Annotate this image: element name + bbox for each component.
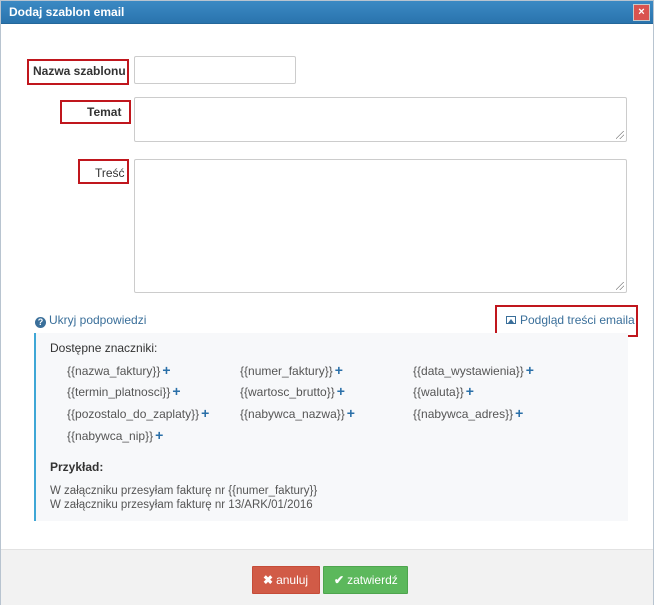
dialog-titlebar[interactable]: Dodaj szablon email × <box>1 1 653 24</box>
close-icon: ✖ <box>263 573 274 587</box>
plus-icon: + <box>525 362 534 378</box>
tag-insert[interactable]: {{nazwa_faktury}} + <box>67 362 171 378</box>
plus-icon: + <box>172 383 181 399</box>
plus-icon: + <box>334 362 343 378</box>
tag-insert[interactable]: {{nabywca_adres}} + <box>413 405 523 421</box>
example-line: W załączniku przesyłam fakturę nr 13/ARK… <box>50 499 313 511</box>
template-name-input[interactable] <box>134 56 296 84</box>
check-icon: ✔ <box>334 573 345 587</box>
email-preview-link[interactable]: Podgląd treści emaila <box>506 313 635 327</box>
dialog-footer: ✖ anuluj ✔ zatwierdź <box>1 549 653 605</box>
cancel-button[interactable]: ✖ anuluj <box>252 566 320 594</box>
tag-insert[interactable]: {{waluta}} + <box>413 383 474 399</box>
preview-label: Podgląd treści emaila <box>520 313 635 327</box>
email-template-dialog: Dodaj szablon email × Nazwa szablonu Tem… <box>0 0 654 605</box>
plus-icon: + <box>155 427 164 443</box>
tag-insert[interactable]: {{termin_platnosci}} + <box>67 383 181 399</box>
name-label: Nazwa szablonu <box>33 64 126 78</box>
available-tags-heading: Dostępne znaczniki: <box>50 341 158 355</box>
dialog-title: Dodaj szablon email <box>9 5 125 19</box>
close-icon: × <box>638 6 645 18</box>
hide-hints-label: Ukryj podpowiedzi <box>49 313 147 327</box>
resize-grip-icon[interactable] <box>616 282 624 290</box>
plus-icon: + <box>346 405 355 421</box>
body-textarea[interactable] <box>134 159 627 293</box>
confirm-button[interactable]: ✔ zatwierdź <box>323 566 408 594</box>
cancel-label: anuluj <box>276 573 309 587</box>
plus-icon: + <box>465 383 474 399</box>
tag-insert[interactable]: {{pozostalo_do_zaplaty}} + <box>67 405 209 421</box>
hide-hints-link[interactable]: ? Ukryj podpowiedzi <box>35 313 146 328</box>
tag-insert[interactable]: {{nabywca_nazwa}} + <box>240 405 355 421</box>
example-label: Przykład: <box>50 460 104 474</box>
question-circle-icon: ? <box>35 317 46 328</box>
subject-textarea[interactable] <box>134 97 627 142</box>
resize-grip-icon[interactable] <box>616 131 624 139</box>
picture-icon <box>506 316 516 324</box>
tag-insert[interactable]: {{nabywca_nip}} + <box>67 427 163 443</box>
hints-panel: Dostępne znaczniki: {{nazwa_faktury}} + {… <box>34 333 628 521</box>
tag-insert[interactable]: {{wartosc_brutto}} + <box>240 383 345 399</box>
plus-icon: + <box>162 362 171 378</box>
plus-icon: + <box>515 405 524 421</box>
confirm-label: zatwierdź <box>347 573 398 587</box>
plus-icon: + <box>201 405 210 421</box>
example-line: W załączniku przesyłam fakturę nr {{nume… <box>50 485 318 497</box>
tag-insert[interactable]: {{data_wystawienia}} + <box>413 362 534 378</box>
subject-label: Temat <box>87 105 122 119</box>
plus-icon: + <box>336 383 345 399</box>
close-button[interactable]: × <box>633 4 650 21</box>
body-label: Treść <box>95 166 125 180</box>
tag-insert[interactable]: {{numer_faktury}} + <box>240 362 343 378</box>
